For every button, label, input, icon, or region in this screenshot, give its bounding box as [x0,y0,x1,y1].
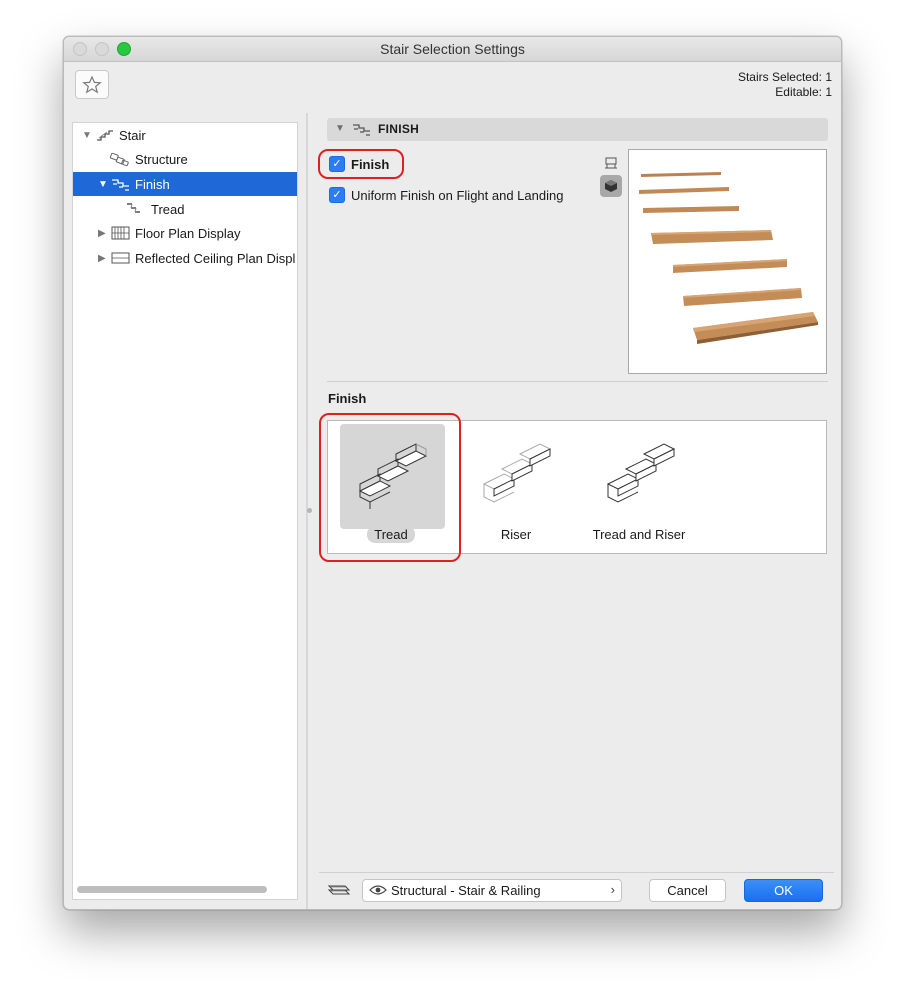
option-tread-and-riser[interactable]: Tread and Riser [578,421,700,553]
riser-finish-icon [482,443,552,503]
disclosure-expanded-icon[interactable]: ▼ [82,130,92,141]
favorites-button[interactable] [75,70,109,99]
finish-section-header[interactable]: ▼ FINISH [327,118,828,141]
favorite-set-selector[interactable]: Structural - Stair & Railing › [362,879,622,902]
finish-options-title: Finish [328,391,367,406]
plan-view-icon [605,157,617,169]
cube-icon [605,180,617,192]
tread-highlight-annotation [319,413,461,562]
finish-icon [353,124,370,136]
selection-status: Stairs Selected: 1 Editable: 1 [738,70,832,100]
floor-plan-icon [111,226,130,240]
tree-item-label: Structure [135,151,188,167]
tree-item-label: Reflected Ceiling Plan Displ [135,250,296,266]
tree-item-finish[interactable]: ▼ Finish [73,172,297,196]
finish-icon [112,179,129,191]
layers-icon[interactable] [325,880,353,900]
stair-icon [97,130,113,141]
settings-dialog: Stair Selection Settings Stairs Selected… [63,36,842,910]
eye-icon [369,885,387,895]
tread-and-riser-finish-icon [606,443,676,503]
ceiling-plan-icon [111,252,130,264]
tree-item-structure[interactable]: Structure [73,147,297,171]
section-divider [327,381,828,382]
tree-item-label: Finish [135,176,170,192]
title-bar: Stair Selection Settings [64,37,841,62]
cancel-button[interactable]: Cancel [649,879,726,902]
stair-3d-preview [628,149,827,374]
uniform-finish-row[interactable]: ✓ Uniform Finish on Flight and Landing [329,187,563,203]
disclosure-collapsed-icon[interactable]: ▶ [98,253,106,264]
tree-item-label: Floor Plan Display [135,225,241,241]
plan-view-button[interactable] [600,152,622,174]
structure-icon [109,152,129,167]
tread-icon [127,203,140,213]
disclosure-expanded-icon[interactable]: ▼ [98,179,108,190]
tree-horizontal-scrollbar[interactable] [77,886,267,893]
option-riser[interactable]: Riser [456,421,576,553]
finish-highlight-annotation [318,149,404,179]
tree-item-floor-plan-display[interactable]: ▶ Floor Plan Display [73,221,297,245]
stair-preview-image [639,172,818,344]
editable-text: Editable: 1 [775,85,832,99]
tree-item-stair[interactable]: ▼ Stair [73,123,297,147]
favorite-set-label: Structural - Stair & Railing [391,883,541,898]
tree-item-reflected-ceiling-plan-display[interactable]: ▶ Reflected Ceiling Plan Displ [73,246,297,270]
tree-item-label: Tread [151,201,185,217]
chevron-right-icon: › [610,882,615,897]
uniform-finish-checkbox[interactable]: ✓ [329,187,345,203]
uniform-finish-label: Uniform Finish on Flight and Landing [351,187,564,203]
settings-tree: ▼ Stair Structure ▼ Finish Tread ▶ Floor… [72,122,298,900]
3d-view-button[interactable] [600,175,622,197]
disclosure-collapsed-icon[interactable]: ▶ [98,228,106,239]
footer-divider [319,872,834,873]
option-label-riser: Riser [500,527,532,542]
tree-item-label: Stair [119,127,146,143]
star-icon [82,75,102,93]
option-label-tread-and-riser: Tread and Riser [592,527,686,542]
section-header-label: FINISH [378,122,420,136]
stairs-selected-text: Stairs Selected: 1 [737,70,832,84]
window-title: Stair Selection Settings [380,41,525,57]
collapse-section-icon[interactable]: ▼ [335,123,345,134]
ok-button[interactable]: OK [744,879,823,902]
tree-item-tread[interactable]: Tread [73,197,297,221]
splitter-handle[interactable] [307,508,312,513]
